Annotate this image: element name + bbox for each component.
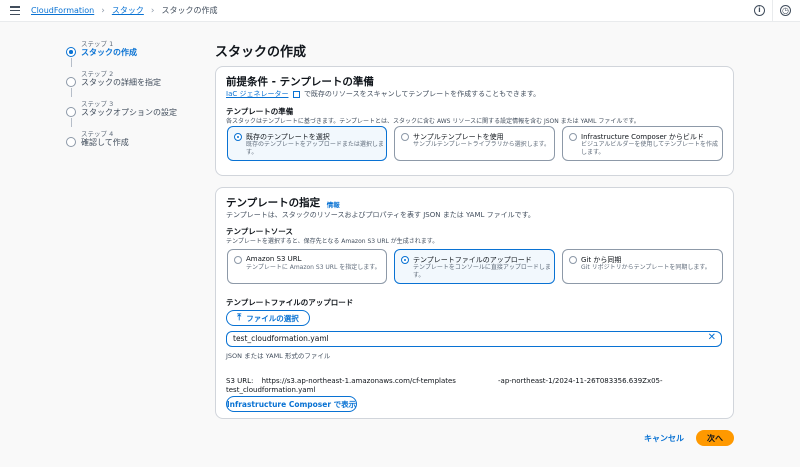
step-connector — [70, 118, 72, 127]
top-navigation-bar: CloudFormation › スタック › スタックの作成 i ◷ — [0, 0, 800, 22]
step-label: 確認して作成 — [81, 138, 129, 147]
choose-file-label: ファイルの選択 — [246, 313, 299, 323]
source-title: Amazon S3 URL — [246, 255, 302, 263]
external-link-icon — [292, 90, 300, 98]
radio-icon — [569, 256, 577, 264]
prereq-title: 前提条件 - テンプレートの準備 — [226, 76, 374, 88]
option-desc: 既存のテンプレートをアップロードまたは選択します。 — [246, 141, 384, 156]
breadcrumb-current: スタックの作成 — [161, 6, 218, 15]
s3-url-line: S3 URL: https://s3.ap-northeast-1.amazon… — [226, 377, 456, 385]
template-source-desc: テンプレートを選択すると、保存先となる Amazon S3 URL が生成されま… — [226, 238, 439, 245]
wizard-step-1[interactable]: ステップ 1 スタックの作成 — [66, 38, 206, 68]
upload-icon: ⤒ — [237, 313, 242, 323]
option-sample-template[interactable]: サンプルテンプレートを使用 サンプルテンプレートライブラリから選択します。 — [394, 126, 555, 161]
option-existing-template[interactable]: 既存のテンプレートを選択 既存のテンプレートをアップロードまたは選択します。 — [227, 126, 387, 161]
settings-icon[interactable]: ◷ — [780, 5, 791, 16]
step-label: スタックオプションの設定 — [81, 108, 177, 117]
s3-url-part1: https://s3.ap-northeast-1.amazonaws.com/… — [261, 377, 456, 385]
cancel-button[interactable]: キャンセル — [644, 433, 684, 444]
step-connector — [70, 88, 72, 97]
clear-icon[interactable]: ✕ — [708, 332, 716, 343]
info-link[interactable]: 情報 — [327, 201, 340, 209]
s3-url-prefix: S3 URL: — [226, 377, 254, 385]
wizard-step-2: ステップ 2 スタックの詳細を指定 — [66, 68, 206, 98]
chevron-right-icon: › — [150, 5, 155, 16]
wizard-step-3: ステップ 3 スタックオプションの設定 — [66, 98, 206, 128]
breadcrumb-cloudformation[interactable]: CloudFormation — [31, 6, 94, 15]
s3-url-part3: test_cloudformation.yaml — [226, 386, 316, 394]
template-prep-desc: 各スタックはテンプレートに基づきます。テンプレートとは、スタックに含む AWS … — [226, 118, 640, 125]
spec-title: テンプレートの指定 — [226, 197, 321, 209]
s3-url-part2: -ap-northeast-1/2024-11-26T083356.639Zx0… — [498, 377, 663, 385]
step-inactive-icon — [66, 137, 76, 147]
wizard-steps: ステップ 1 スタックの作成 ステップ 2 スタックの詳細を指定 ステップ 3 … — [66, 38, 206, 158]
radio-icon — [401, 133, 409, 141]
breadcrumb-stacks[interactable]: スタック — [112, 5, 144, 16]
radio-icon — [234, 256, 242, 264]
step-label: スタックの作成 — [81, 48, 137, 57]
radio-icon — [569, 133, 577, 141]
radio-selected-icon — [234, 133, 242, 141]
breadcrumb: CloudFormation › スタック › スタックの作成 — [31, 5, 217, 16]
chevron-right-icon: › — [101, 5, 105, 16]
view-in-composer-button[interactable]: Infrastructure Composer で表示 — [226, 396, 357, 412]
step-inactive-icon — [66, 77, 76, 87]
info-icon[interactable]: i — [754, 5, 765, 16]
source-desc: テンプレートをコンソールに直接アップロードします。 — [413, 264, 551, 279]
file-hint: JSON または YAML 形式のファイル — [226, 352, 331, 360]
iac-generator-link[interactable]: IaC ジェネレーター — [226, 90, 288, 98]
step-label: スタックの詳細を指定 — [81, 78, 161, 87]
selected-file-field[interactable]: test_cloudformation.yaml ✕ — [226, 331, 722, 347]
choose-file-button[interactable]: ⤒ ファイルの選択 — [226, 310, 310, 326]
source-upload-file[interactable]: テンプレートファイルのアップロード テンプレートをコンソールに直接アップロードし… — [394, 249, 555, 284]
option-infrastructure-composer[interactable]: Infrastructure Composer からビルド ビジュアルビルダーを… — [562, 126, 723, 161]
next-button[interactable]: 次へ — [696, 430, 734, 446]
step-inactive-icon — [66, 107, 76, 117]
menu-icon[interactable] — [10, 6, 20, 15]
option-desc: サンプルテンプレートライブラリから選択します。 — [413, 141, 551, 148]
page-title: スタックの作成 — [215, 45, 307, 60]
source-s3-url[interactable]: Amazon S3 URL テンプレートに Amazon S3 URL を指定し… — [227, 249, 387, 284]
option-desc: ビジュアルビルダーを使用してテンプレートを作成します。 — [581, 141, 719, 156]
divider — [772, 0, 773, 22]
step-active-icon — [66, 47, 76, 57]
wizard-step-4: ステップ 4 確認して作成 — [66, 128, 206, 158]
iac-generator-desc: で既存のリソースをスキャンしてテンプレートを作成することもできます。 — [303, 90, 541, 98]
iac-generator-line: IaC ジェネレーター で既存のリソースをスキャンしてテンプレートを作成すること… — [226, 89, 540, 99]
radio-selected-icon — [401, 256, 409, 264]
spec-desc: テンプレートは、スタックのリソースおよびプロパティを表す JSON または YA… — [226, 211, 535, 219]
step-connector — [70, 58, 72, 67]
source-git-sync[interactable]: Git から同期 Git リポジトリからテンプレートを同期します。 — [562, 249, 723, 284]
file-name: test_cloudformation.yaml — [233, 334, 329, 343]
spec-title-row: テンプレートの指定 情報 — [226, 195, 340, 210]
source-desc: Git リポジトリからテンプレートを同期します。 — [581, 264, 711, 271]
upload-label: テンプレートファイルのアップロード — [226, 298, 354, 307]
source-desc: テンプレートに Amazon S3 URL を指定します。 — [246, 264, 381, 271]
